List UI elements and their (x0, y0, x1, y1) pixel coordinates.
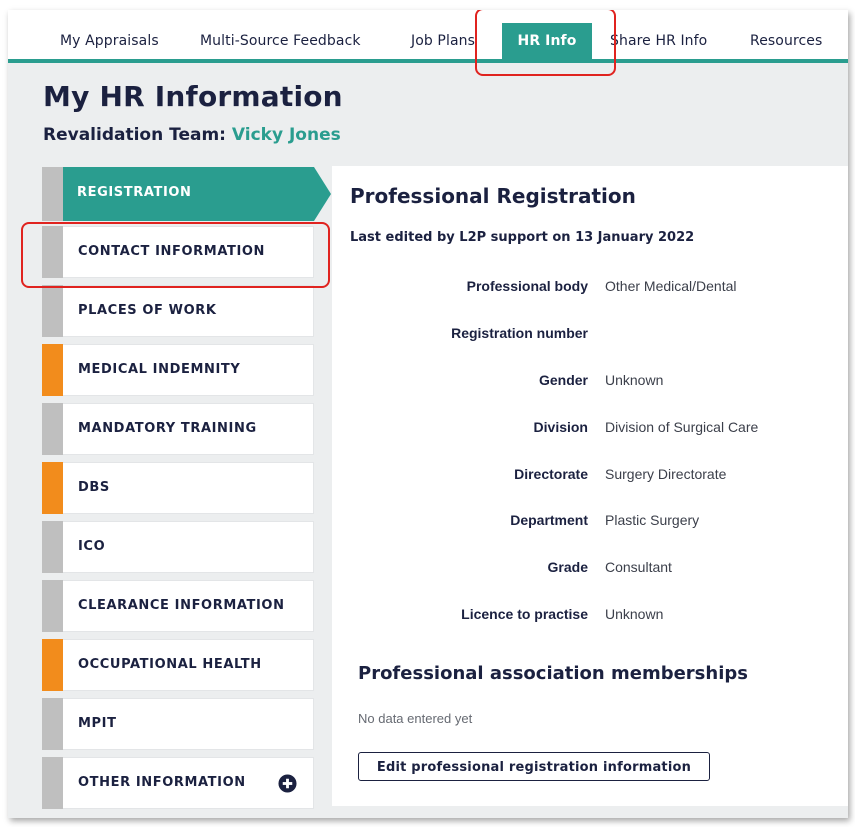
team-label: Revalidation Team: (43, 125, 226, 145)
field-label-licence-to-practise: Licence to practise (461, 606, 588, 622)
field-value-directorate: Surgery Directorate (605, 466, 727, 482)
app-window: My Appraisals Multi-Source Feedback Job … (8, 10, 848, 818)
field-value-licence-to-practise: Unknown (605, 606, 664, 622)
sidebar-item-label: MEDICAL INDEMNITY (78, 362, 241, 377)
sidebar-item-label: MPIT (78, 716, 117, 731)
sidebar-item-dbs[interactable]: DBS (42, 462, 314, 514)
tab-multi-source-feedback[interactable]: Multi-Source Feedback (200, 23, 361, 59)
edit-registration-button[interactable]: Edit professional registration informati… (358, 752, 710, 781)
memberships-empty-text: No data entered yet (358, 711, 473, 726)
tab-share-hr-info[interactable]: Share HR Info (610, 23, 707, 59)
status-bar (42, 698, 63, 750)
sidebar-item-label: CLEARANCE INFORMATION (78, 598, 285, 613)
sidebar-item-label: CONTACT INFORMATION (78, 244, 266, 259)
status-bar (42, 344, 63, 396)
sidebar-item-label: OCCUPATIONAL HEALTH (78, 657, 262, 672)
tab-hr-info[interactable]: HR Info (502, 23, 592, 59)
sidebar-item-places-of-work[interactable]: PLACES OF WORK (42, 285, 314, 337)
field-label-gender: Gender (538, 372, 588, 388)
sidebar-item-mpit[interactable]: MPIT (42, 698, 314, 750)
sidebar-item-clearance-information[interactable]: CLEARANCE INFORMATION (42, 580, 314, 632)
status-bar (42, 580, 63, 632)
field-label-grade: Grade (547, 559, 588, 575)
status-bar (42, 521, 63, 573)
field-label-department: Department (510, 512, 588, 528)
sidebar-item-registration[interactable]: REGISTRATION (42, 167, 331, 221)
section-title: Professional Registration (350, 184, 636, 208)
sidebar-item-other-information[interactable]: OTHER INFORMATION (42, 757, 314, 809)
sidebar-item-contact-information[interactable]: CONTACT INFORMATION (42, 226, 314, 278)
sidebar-item-label: OTHER INFORMATION (78, 775, 246, 790)
status-bar (42, 403, 63, 455)
team-member-name: Vicky Jones (231, 125, 341, 145)
registration-panel: Professional Registration Last edited by… (332, 166, 848, 806)
tab-job-plans[interactable]: Job Plans (411, 23, 475, 59)
status-bar (42, 226, 63, 278)
sidebar-item-label: REGISTRATION (77, 185, 192, 200)
tab-my-appraisals[interactable]: My Appraisals (60, 23, 159, 59)
page-title: My HR Information (43, 80, 343, 113)
tab-resources[interactable]: Resources (750, 23, 822, 59)
field-value-professional-body: Other Medical/Dental (605, 278, 737, 294)
status-bar (42, 462, 63, 514)
field-value-department: Plastic Surgery (605, 512, 700, 528)
field-value-gender: Unknown (605, 372, 664, 388)
revalidation-team: Revalidation Team: Vicky Jones (43, 125, 341, 145)
field-label-division: Division (533, 419, 588, 435)
plus-circle-icon[interactable] (278, 774, 297, 793)
sidebar-item-ico[interactable]: ICO (42, 521, 314, 573)
field-value-division: Division of Surgical Care (605, 419, 759, 435)
field-label-registration-number: Registration number (451, 325, 588, 341)
sidebar-item-label: PLACES OF WORK (78, 303, 217, 318)
memberships-title: Professional association memberships (358, 663, 748, 684)
sidebar-item-label: DBS (78, 480, 110, 495)
field-value-grade: Consultant (605, 559, 672, 575)
sidebar-item-label: ICO (78, 539, 106, 554)
sidebar-item-medical-indemnity[interactable]: MEDICAL INDEMNITY (42, 344, 314, 396)
sidebar-item-occupational-health[interactable]: OCCUPATIONAL HEALTH (42, 639, 314, 691)
status-bar (42, 639, 63, 691)
last-edited-text: Last edited by L2P support on 13 January… (350, 230, 695, 245)
top-navigation: My Appraisals Multi-Source Feedback Job … (8, 10, 848, 63)
field-label-professional-body: Professional body (466, 278, 588, 294)
sidebar-item-mandatory-training[interactable]: MANDATORY TRAINING (42, 403, 314, 455)
field-label-directorate: Directorate (514, 466, 588, 482)
status-bar (42, 285, 63, 337)
status-bar (42, 757, 63, 809)
sidebar-item-label: MANDATORY TRAINING (78, 421, 257, 436)
